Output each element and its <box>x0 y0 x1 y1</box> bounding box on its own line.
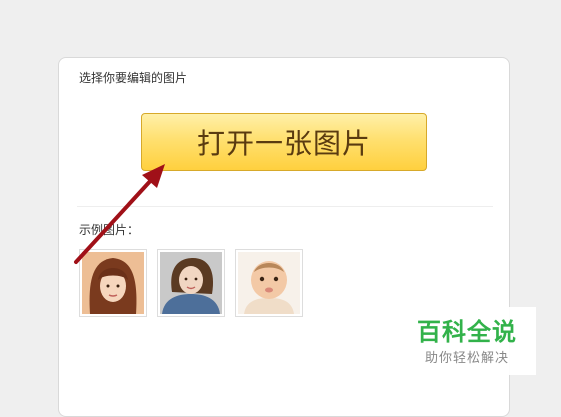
example-image-1[interactable] <box>79 249 147 317</box>
select-image-prompt: 选择你要编辑的图片 <box>79 71 188 85</box>
watermark-title: 百科全说 <box>417 318 517 346</box>
woman-denim-portrait-icon <box>160 252 222 314</box>
baby-portrait-icon <box>238 252 300 314</box>
example-image-2[interactable] <box>157 249 225 317</box>
open-image-button[interactable]: 打开一张图片 <box>141 113 427 171</box>
example-image-3[interactable] <box>235 249 303 317</box>
watermark-subtitle: 助你轻松解决 <box>424 351 509 366</box>
woman-bangs-portrait-icon <box>82 252 144 314</box>
example-thumbnails <box>79 249 303 317</box>
divider <box>77 206 493 207</box>
examples-label: 示例图片： <box>79 223 140 237</box>
watermark: 百科全说 助你轻松解决 <box>398 307 536 375</box>
